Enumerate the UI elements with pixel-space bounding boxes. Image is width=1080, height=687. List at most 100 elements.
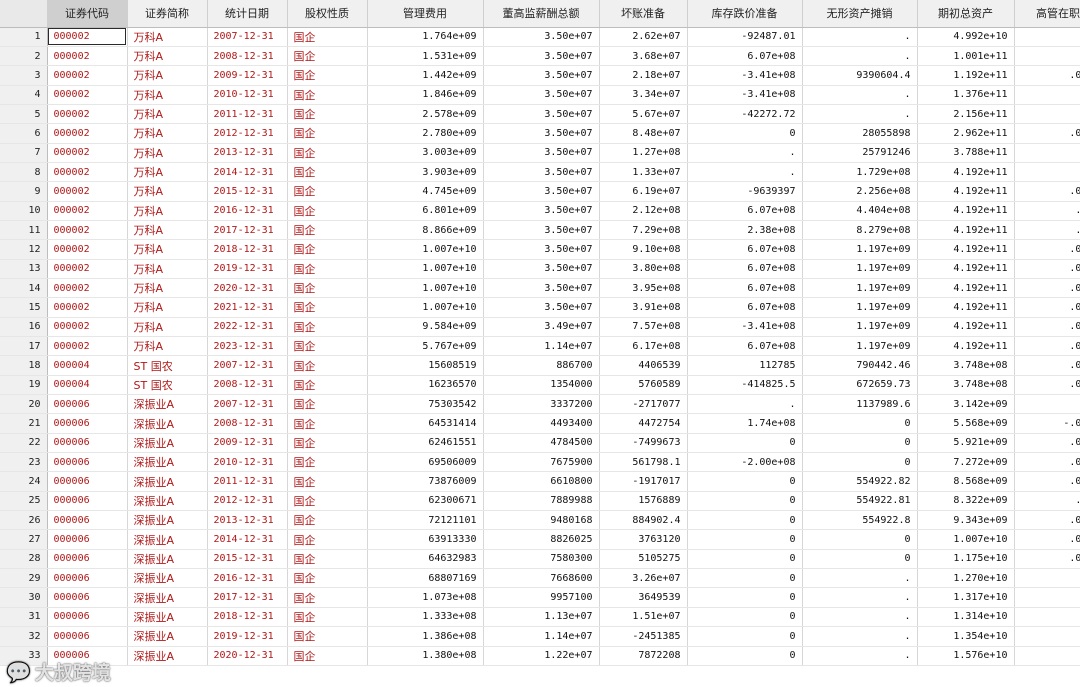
exec-compensation-cell[interactable]: 886700 <box>483 355 600 376</box>
bad-debt-cell[interactable]: 7872208 <box>599 646 688 666</box>
inventory-impairment-cell[interactable]: . <box>687 143 803 163</box>
column-header[interactable]: 管理费用 <box>367 0 484 28</box>
stat-date-cell[interactable]: 2010-12-31 <box>207 85 288 105</box>
stock-name-cell[interactable]: ST 国农 <box>127 355 208 376</box>
stat-date-cell[interactable]: 2016-12-31 <box>207 568 288 589</box>
stat-date-cell[interactable]: 2009-12-31 <box>207 433 288 454</box>
stock-code-cell[interactable]: 000006 <box>47 452 128 473</box>
bad-debt-cell[interactable]: 561798.1 <box>599 452 688 473</box>
stock-name-cell[interactable]: 万科A <box>127 123 208 144</box>
exec-compensation-cell[interactable]: 3.50e+07 <box>483 278 600 299</box>
intangible-amortization-cell[interactable]: . <box>802 587 918 608</box>
stat-date-cell[interactable]: 2021-12-31 <box>207 297 288 318</box>
stock-code-cell[interactable]: 000002 <box>47 181 128 202</box>
row-number[interactable]: 20 <box>0 394 48 415</box>
bad-debt-cell[interactable]: 2.12e+08 <box>599 201 688 221</box>
bad-debt-cell[interactable]: 8.48e+07 <box>599 123 688 144</box>
admin-expense-cell[interactable]: 75303542 <box>367 394 484 415</box>
table-row[interactable]: 5 000002 万科A 2011-12-31 国企 2.578e+09 3.50e+07 5… <box>0 104 1080 125</box>
stock-name-cell[interactable]: 深振业A <box>127 587 208 608</box>
row-number[interactable]: 6 <box>0 123 48 144</box>
opening-assets-cell[interactable]: 1.354e+10 <box>917 626 1015 647</box>
equity-nature-cell[interactable]: 国企 <box>287 123 368 144</box>
column-header[interactable]: 库存跌价准备 <box>687 0 803 28</box>
stock-name-cell[interactable]: 深振业A <box>127 471 208 492</box>
exec-perk-cell[interactable]: .0186839 <box>1014 278 1080 299</box>
exec-compensation-cell[interactable]: 3.50e+07 <box>483 181 600 202</box>
admin-expense-cell[interactable]: 6.801e+09 <box>367 201 484 221</box>
exec-perk-cell[interactable]: .0186925 <box>1014 297 1080 318</box>
exec-perk-cell[interactable]: .0079541 <box>1014 336 1080 357</box>
row-number[interactable]: 22 <box>0 433 48 454</box>
stat-date-cell[interactable]: 2018-12-31 <box>207 239 288 260</box>
stat-date-cell[interactable]: 2023-12-31 <box>207 336 288 357</box>
exec-compensation-cell[interactable]: 3.50e+07 <box>483 239 600 260</box>
row-number[interactable]: 19 <box>0 375 48 396</box>
admin-expense-cell[interactable]: 15608519 <box>367 355 484 376</box>
exec-compensation-cell[interactable]: 9957100 <box>483 587 600 608</box>
stock-code-cell[interactable]: 000004 <box>47 375 128 396</box>
exec-perk-cell[interactable]: .013133 <box>1014 201 1080 221</box>
equity-nature-cell[interactable]: 国企 <box>287 65 368 86</box>
opening-assets-cell[interactable]: 8.568e+09 <box>917 471 1015 492</box>
opening-assets-cell[interactable]: 1.175e+10 <box>917 549 1015 570</box>
opening-assets-cell[interactable]: 1.270e+10 <box>917 568 1015 589</box>
stat-date-cell[interactable]: 2010-12-31 <box>207 452 288 473</box>
opening-assets-cell[interactable]: 5.568e+09 <box>917 413 1015 434</box>
stock-name-cell[interactable]: 深振业A <box>127 646 208 666</box>
inventory-impairment-cell[interactable]: . <box>687 394 803 415</box>
stock-name-cell[interactable]: 万科A <box>127 336 208 357</box>
intangible-amortization-cell[interactable]: 0 <box>802 433 918 454</box>
equity-nature-cell[interactable]: 国企 <box>287 433 368 454</box>
column-header[interactable]: 证券代码 <box>47 0 128 28</box>
opening-assets-cell[interactable]: 4.192e+11 <box>917 336 1015 357</box>
stock-name-cell[interactable]: 万科A <box>127 46 208 67</box>
opening-assets-cell[interactable]: 1.007e+10 <box>917 529 1015 550</box>
admin-expense-cell[interactable]: 1.007e+10 <box>367 278 484 299</box>
stock-name-cell[interactable]: 万科A <box>127 104 208 125</box>
admin-expense-cell[interactable]: 73876009 <box>367 471 484 492</box>
table-row[interactable]: 28 000006 深振业A 2015-12-31 国企 64632983 7580300 5… <box>0 549 1080 570</box>
bad-debt-cell[interactable]: 5.67e+07 <box>599 104 688 125</box>
inventory-impairment-cell[interactable]: 0 <box>687 626 803 647</box>
opening-assets-cell[interactable]: 3.142e+09 <box>917 394 1015 415</box>
stock-code-cell[interactable]: 000002 <box>47 104 128 125</box>
stock-name-cell[interactable]: 深振业A <box>127 549 208 570</box>
stock-code-cell[interactable]: 000002 <box>47 239 128 260</box>
stat-date-cell[interactable]: 2008-12-31 <box>207 46 288 67</box>
stat-date-cell[interactable]: 2022-12-31 <box>207 317 288 338</box>
stock-name-cell[interactable]: 万科A <box>127 162 208 183</box>
opening-assets-cell[interactable]: 3.788e+11 <box>917 143 1015 163</box>
intangible-amortization-cell[interactable]: . <box>802 104 918 125</box>
stat-date-cell[interactable]: 2014-12-31 <box>207 162 288 183</box>
table-row[interactable]: 4 000002 万科A 2010-12-31 国企 1.846e+09 3.50e+07 3… <box>0 85 1080 105</box>
stock-code-cell[interactable]: 000006 <box>47 471 128 492</box>
table-row[interactable]: 19 000004 ST 国农 2008-12-31 国企 16236570 1354000… <box>0 375 1080 396</box>
stock-code-cell[interactable]: 000002 <box>47 259 128 279</box>
admin-expense-cell[interactable]: 1.007e+10 <box>367 239 484 260</box>
bad-debt-cell[interactable]: 884902.4 <box>599 510 688 531</box>
admin-expense-cell[interactable]: 63913330 <box>367 529 484 550</box>
inventory-impairment-cell[interactable]: 0 <box>687 491 803 512</box>
intangible-amortization-cell[interactable]: 1.197e+09 <box>802 336 918 357</box>
bad-debt-cell[interactable]: 3649539 <box>599 587 688 608</box>
stock-name-cell[interactable]: 深振业A <box>127 491 208 512</box>
equity-nature-cell[interactable]: 国企 <box>287 317 368 338</box>
intangible-amortization-cell[interactable]: 25791246 <box>802 143 918 163</box>
intangible-amortization-cell[interactable]: 0 <box>802 413 918 434</box>
exec-perk-cell[interactable]: . <box>1014 85 1080 105</box>
inventory-impairment-cell[interactable]: -2.00e+08 <box>687 452 803 473</box>
stock-name-cell[interactable]: 万科A <box>127 259 208 279</box>
exec-perk-cell[interactable]: . <box>1014 568 1080 589</box>
inventory-impairment-cell[interactable]: 1.74e+08 <box>687 413 803 434</box>
row-number[interactable]: 7 <box>0 143 48 163</box>
admin-expense-cell[interactable]: 9.584e+09 <box>367 317 484 338</box>
stock-name-cell[interactable]: 深振业A <box>127 568 208 589</box>
equity-nature-cell[interactable]: 国企 <box>287 336 368 357</box>
exec-compensation-cell[interactable]: 8826025 <box>483 529 600 550</box>
row-number[interactable]: 1 <box>0 27 48 47</box>
stock-code-cell[interactable]: 000002 <box>47 46 128 67</box>
exec-compensation-cell[interactable]: 7889988 <box>483 491 600 512</box>
inventory-impairment-cell[interactable]: -3.41e+08 <box>687 65 803 86</box>
bad-debt-cell[interactable]: 2.62e+07 <box>599 27 688 47</box>
